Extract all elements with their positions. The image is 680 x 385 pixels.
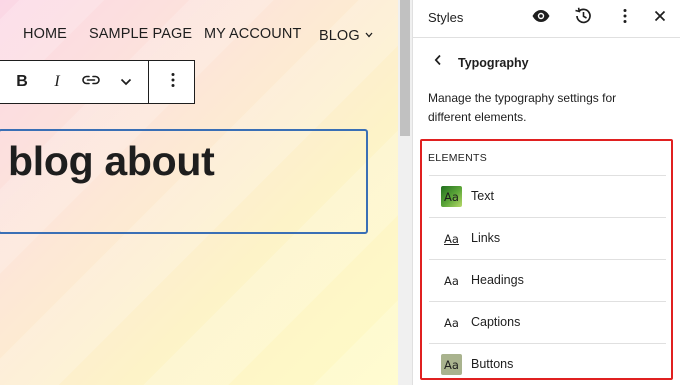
italic-button[interactable]: I [43, 61, 71, 103]
block-options-button[interactable] [159, 61, 187, 103]
headings-preview-swatch: Aa [444, 273, 459, 288]
element-label: Text [471, 189, 494, 203]
element-label: Buttons [471, 357, 514, 371]
chevron-down-icon [120, 73, 132, 91]
element-item-headings[interactable]: Aa Headings [429, 260, 666, 302]
toolbar-divider [148, 61, 149, 103]
element-item-captions[interactable]: Aa Captions [429, 302, 666, 344]
heading-text[interactable]: blog about [8, 138, 215, 185]
chevron-down-icon [365, 26, 373, 42]
element-label: Links [471, 231, 501, 245]
text-preview-swatch: Aa [441, 186, 462, 207]
captions-preview-swatch: Aa [444, 315, 459, 330]
panel-header-divider [413, 37, 680, 38]
element-item-buttons[interactable]: Aa Buttons [429, 344, 666, 385]
element-item-text[interactable]: Aa Text [429, 176, 666, 218]
scrollbar-thumb[interactable] [400, 0, 410, 136]
nav-item-my-account[interactable]: MY ACCOUNT [204, 26, 301, 42]
elements-list: Aa Text Aa Links Aa Headings Aa Captions… [429, 175, 666, 385]
close-panel-button[interactable] [648, 6, 672, 30]
editor-canvas[interactable]: HOME SAMPLE PAGE MY ACCOUNT BLOG B I blo… [0, 0, 398, 385]
bold-button[interactable]: B [8, 61, 36, 103]
links-preview-swatch: Aa [444, 231, 459, 246]
typography-title: Typography [458, 56, 529, 70]
element-label: Headings [471, 273, 524, 287]
link-icon [81, 73, 101, 92]
close-icon [654, 9, 666, 27]
panel-title: Styles [428, 10, 464, 25]
element-label: Captions [471, 315, 521, 329]
back-button[interactable] [429, 53, 447, 71]
more-vertical-icon [171, 72, 175, 93]
chevron-left-icon [434, 53, 442, 71]
bold-icon: B [16, 73, 28, 90]
heading-block[interactable]: blog about [0, 129, 368, 234]
link-button[interactable] [77, 61, 105, 103]
more-formatting-button[interactable] [112, 61, 140, 103]
more-vertical-icon [623, 8, 627, 29]
italic-icon: I [54, 73, 60, 90]
nav-item-blog-label: BLOG [319, 28, 360, 44]
typography-description: Manage the typography settings for diffe… [428, 91, 617, 124]
elements-heading: ELEMENTS [428, 152, 487, 164]
style-book-button[interactable] [529, 6, 553, 30]
panel-options-button[interactable] [613, 6, 637, 30]
site-navigation: HOME SAMPLE PAGE MY ACCOUNT BLOG [0, 26, 398, 44]
nav-item-home[interactable]: HOME [23, 26, 67, 42]
nav-item-blog[interactable]: BLOG [319, 26, 373, 44]
styles-panel: Styles Typography Manage the typography … [412, 0, 680, 385]
buttons-preview-swatch: Aa [441, 354, 462, 375]
element-item-links[interactable]: Aa Links [429, 218, 666, 260]
block-toolbar: B I [0, 60, 195, 104]
history-icon [573, 6, 593, 31]
nav-item-sample-page[interactable]: SAMPLE PAGE [89, 26, 192, 42]
revisions-button[interactable] [571, 6, 595, 30]
eye-icon [531, 9, 551, 28]
